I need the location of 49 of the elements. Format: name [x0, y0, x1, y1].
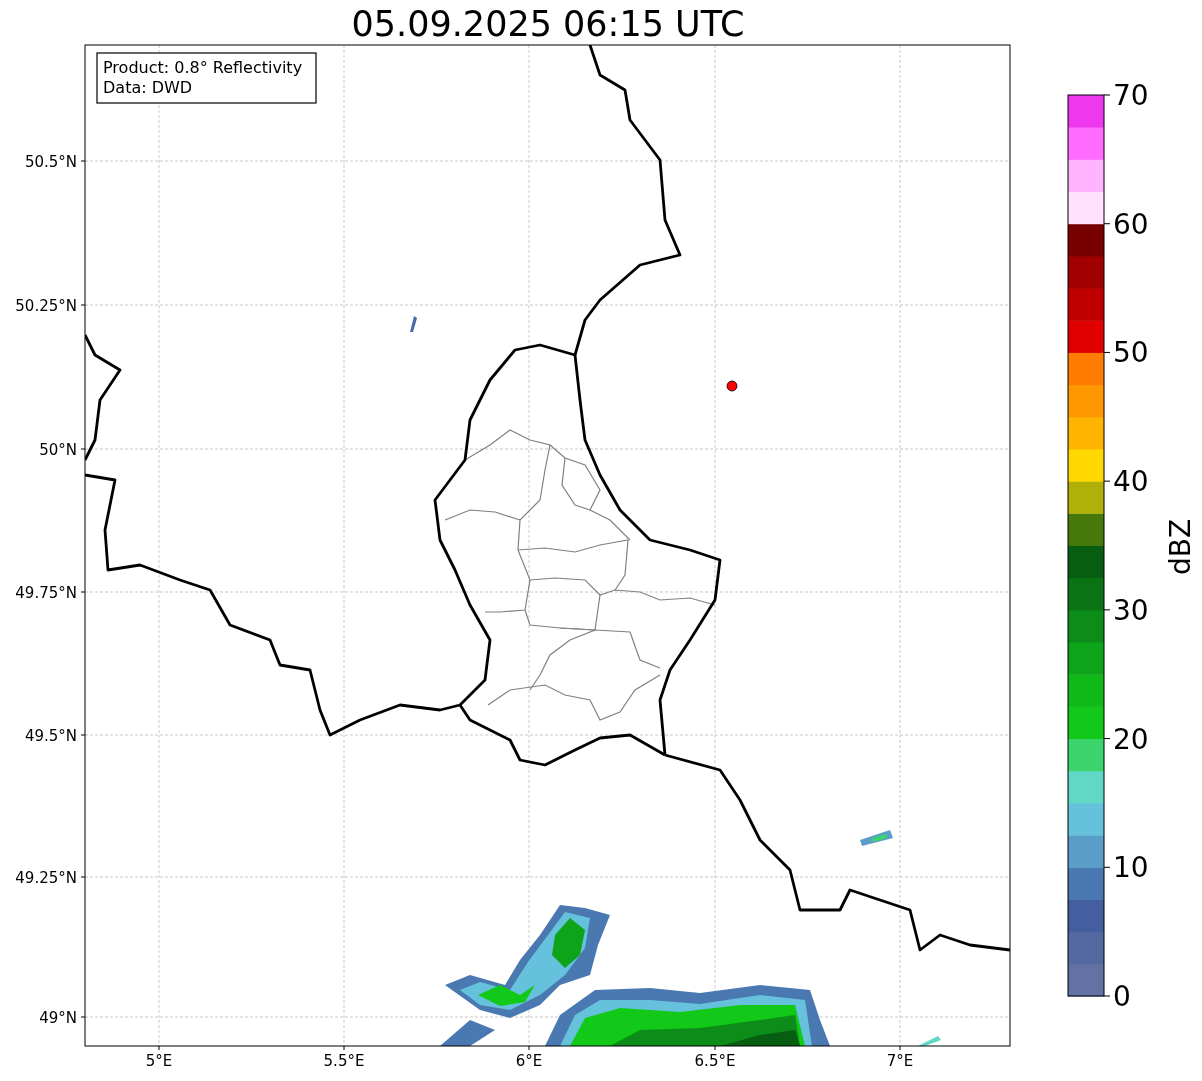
- legend-text: Data: DWD: [103, 78, 193, 97]
- tick-mark: [714, 1045, 716, 1051]
- colorbar-tick-label: 30: [1113, 593, 1149, 627]
- tick-label: 49°N: [39, 1009, 77, 1027]
- tick-mark: [158, 1045, 160, 1051]
- tick-mark: [80, 876, 86, 878]
- colorbar-tick-label: 20: [1113, 722, 1149, 756]
- radar-echo: [860, 830, 893, 846]
- tick-label: 50°N: [39, 441, 77, 459]
- tick-mark: [80, 591, 86, 593]
- radar-echo: [410, 316, 417, 332]
- tick-label: 6.5°E: [694, 1052, 736, 1070]
- colorbar-tick-label: 40: [1113, 465, 1149, 499]
- tick-label: 49.5°N: [24, 727, 77, 745]
- colorbar-tick-label: 60: [1113, 207, 1149, 241]
- tick-label: 50.5°N: [24, 153, 77, 171]
- tick-mark: [1103, 866, 1111, 868]
- tick-mark: [1103, 609, 1111, 611]
- tick-label: 7°E: [886, 1052, 914, 1070]
- tick-mark: [899, 1045, 901, 1051]
- radar-echo: [918, 1036, 941, 1046]
- tick-mark: [343, 1045, 345, 1051]
- tick-mark: [80, 734, 86, 736]
- plot-title: 05.09.2025 06:15 UTC: [351, 4, 745, 44]
- tick-label: 5°E: [145, 1052, 173, 1070]
- tick-mark: [80, 448, 86, 450]
- colorbar-label: dBZ: [1164, 518, 1197, 576]
- tick-label: 50.25°N: [15, 297, 77, 315]
- legend-text: Product: 0.8° Reflectivity: [103, 58, 303, 77]
- tick-mark: [80, 304, 86, 306]
- tick-mark: [1103, 223, 1111, 225]
- tick-mark: [1103, 351, 1111, 353]
- radar-echo: [440, 1020, 495, 1046]
- tick-label: 6°E: [515, 1052, 543, 1070]
- colorbar-tick-label: 50: [1113, 336, 1149, 370]
- tick-label: 5.5°E: [323, 1052, 365, 1070]
- tick-mark: [1103, 94, 1111, 96]
- tick-mark: [80, 160, 86, 162]
- radar-site-marker: [726, 380, 738, 392]
- colorbar-tick-label: 70: [1113, 79, 1149, 112]
- tick-mark: [80, 1016, 86, 1018]
- tick-label: 49.75°N: [15, 584, 77, 602]
- tick-mark: [528, 1045, 530, 1051]
- colorbar-tick-label: 0: [1113, 980, 1131, 1013]
- tick-mark: [1103, 738, 1111, 740]
- tick-mark: [1103, 480, 1111, 482]
- tick-label: 49.25°N: [15, 869, 77, 887]
- colorbar-tick-label: 10: [1113, 851, 1149, 885]
- tick-mark: [1103, 995, 1111, 997]
